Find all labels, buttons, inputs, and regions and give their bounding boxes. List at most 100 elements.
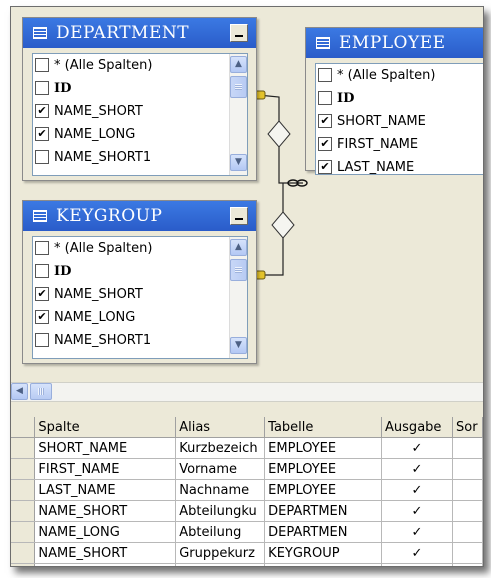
column-row[interactable]: ID [316,87,483,110]
grid-cell[interactable]: Abteilungku [175,500,266,522]
department-table[interactable]: DEPARTMENT * (Alle Spalten) ID ✔ NAME_SHORT… [22,17,257,181]
row-selector[interactable] [11,458,36,480]
grid-row[interactable]: FIRST_NAME Vorname EMPLOYEE ✓ [11,458,483,480]
grid-cell[interactable] [452,542,483,564]
grid-header-cell[interactable]: Alias [175,417,266,438]
scroll-up-icon[interactable]: ▲ [230,239,247,256]
minimize-button[interactable] [230,207,248,225]
unchecked-checkbox[interactable] [35,264,49,278]
criteria-grid[interactable]: Spalte Alias Tabelle Ausgabe Sor SHORT_NAME Ku… [11,417,483,566]
grid-cell[interactable]: EMPLOYEE [264,458,383,480]
row-selector[interactable] [11,437,36,459]
scroll-left-icon[interactable]: ◀ [11,383,28,400]
grid-cell[interactable] [452,563,483,566]
grid-cell[interactable]: Vorname [175,458,266,480]
grid-cell[interactable]: LAST_NAME [34,479,177,501]
checked-checkbox[interactable]: ✔ [35,127,49,141]
column-row[interactable]: NAME_SHORT1 [33,146,247,169]
department-scrollbar[interactable]: ▲ ▼ [229,54,247,175]
grid-header-cell[interactable]: Sor [452,417,483,438]
column-row[interactable]: NAME_SHORT1 [33,329,247,352]
unchecked-checkbox[interactable] [35,150,49,164]
column-row[interactable]: ✔ LAST_NAME [316,156,483,174]
scroll-thumb[interactable] [230,76,247,98]
column-row[interactable]: ✔ SHORT_NAME [316,110,483,133]
grid-row[interactable]: NAME_SHORT Abteilungku DEPARTMEN ✓ [11,500,483,522]
keygroup-scrollbar[interactable]: ▲ ▼ [229,237,247,358]
grid-cell[interactable] [452,521,483,543]
minimize-button[interactable] [230,24,248,42]
column-row[interactable]: * (Alle Spalten) [316,64,483,87]
unchecked-checkbox[interactable] [35,241,49,255]
row-selector[interactable] [11,479,36,501]
column-row[interactable]: ID [33,77,247,100]
grid-cell[interactable] [264,563,383,566]
grid-cell[interactable]: NAME_LONG [34,521,177,543]
grid-row[interactable]: NAME_SHORT Gruppekurz KEYGROUP ✓ [11,542,483,564]
grid-cell[interactable]: KEYGROUP [264,542,383,564]
grid-cell[interactable]: NAME_SHORT [34,542,177,564]
column-row[interactable]: ID [33,260,247,283]
grid-cell[interactable]: EMPLOYEE [264,437,383,459]
grid-cell[interactable] [175,563,266,566]
grid-cell[interactable]: ✓ [381,500,453,522]
join-diamond-keygroup[interactable] [271,211,295,239]
grid-cell[interactable]: NAME_SHORT [34,500,177,522]
grid-header-cell[interactable]: Tabelle [264,417,383,438]
grid-cell[interactable]: ✓ [381,458,453,480]
diagram-pane[interactable]: DEPARTMENT * (Alle Spalten) ID ✔ NAME_SHORT… [11,7,483,382]
checked-checkbox[interactable]: ✔ [318,114,332,128]
keygroup-column-list[interactable]: * (Alle Spalten) ID ✔ NAME_SHORT ✔ NAME_LONG N… [32,236,248,359]
grid-row[interactable]: LAST_NAME Nachname EMPLOYEE ✓ [11,479,483,501]
grid-header-cell[interactable]: Spalte [34,417,177,438]
grid-cell[interactable]: Kurzbezeich [175,437,266,459]
join-diamond-department[interactable] [267,120,291,148]
grid-cell[interactable] [452,437,483,459]
unchecked-checkbox[interactable] [318,68,332,82]
row-selector[interactable] [11,563,36,566]
unchecked-checkbox[interactable] [318,91,332,105]
employee-column-list[interactable]: * (Alle Spalten) ID ✔ SHORT_NAME ✔ FIRST_NAME… [315,63,483,175]
grid-cell[interactable]: Nachname [175,479,266,501]
grid-empty-row[interactable] [11,563,483,566]
checked-checkbox[interactable]: ✔ [318,137,332,151]
employee-title-bar[interactable]: EMPLOYEE [306,28,483,58]
grid-cell[interactable] [34,563,177,566]
grid-cell[interactable]: Gruppekurz [175,542,266,564]
grid-cell[interactable]: FIRST_NAME [34,458,177,480]
grid-row[interactable]: NAME_LONG Abteilung DEPARTMEN ✓ [11,521,483,543]
row-selector[interactable] [11,521,36,543]
unchecked-checkbox[interactable] [35,58,49,72]
column-row[interactable]: ✔ NAME_SHORT [33,100,247,123]
grid-cell[interactable] [452,500,483,522]
checked-checkbox[interactable]: ✔ [35,287,49,301]
department-column-list[interactable]: * (Alle Spalten) ID ✔ NAME_SHORT ✔ NAME_LONG N… [32,53,248,176]
grid-cell[interactable]: ✓ [381,542,453,564]
employee-table[interactable]: EMPLOYEE * (Alle Spalten) ID ✔ SHORT_NAME ✔ F… [305,27,483,175]
checked-checkbox[interactable]: ✔ [35,310,49,324]
scroll-down-icon[interactable]: ▼ [230,154,247,171]
column-row[interactable]: ✔ NAME_SHORT [33,283,247,306]
column-row[interactable]: ✔ NAME_LONG [33,306,247,329]
checked-checkbox[interactable]: ✔ [35,104,49,118]
grid-cell[interactable] [452,479,483,501]
grid-cell[interactable]: DEPARTMEN [264,521,383,543]
grid-cell[interactable]: SHORT_NAME [34,437,177,459]
grid-row[interactable]: SHORT_NAME Kurzbezeich EMPLOYEE ✓ [11,437,483,459]
grid-cell[interactable]: Abteilung [175,521,266,543]
keygroup-table[interactable]: KEYGROUP * (Alle Spalten) ID ✔ NAME_SHORT ✔ N… [22,200,257,364]
department-title-bar[interactable]: DEPARTMENT [23,18,256,48]
column-row[interactable]: ✔ FIRST_NAME [316,133,483,156]
grid-cell[interactable]: EMPLOYEE [264,479,383,501]
grid-cell[interactable] [381,563,453,566]
unchecked-checkbox[interactable] [35,333,49,347]
scroll-thumb[interactable] [230,259,247,281]
grid-cell[interactable]: ✓ [381,437,453,459]
row-selector[interactable] [11,542,36,564]
row-selector[interactable] [11,500,36,522]
checked-checkbox[interactable]: ✔ [318,160,332,174]
grid-header-cell[interactable]: Ausgabe [381,417,453,438]
unchecked-checkbox[interactable] [35,81,49,95]
keygroup-title-bar[interactable]: KEYGROUP [23,201,256,231]
scroll-up-icon[interactable]: ▲ [230,56,247,73]
